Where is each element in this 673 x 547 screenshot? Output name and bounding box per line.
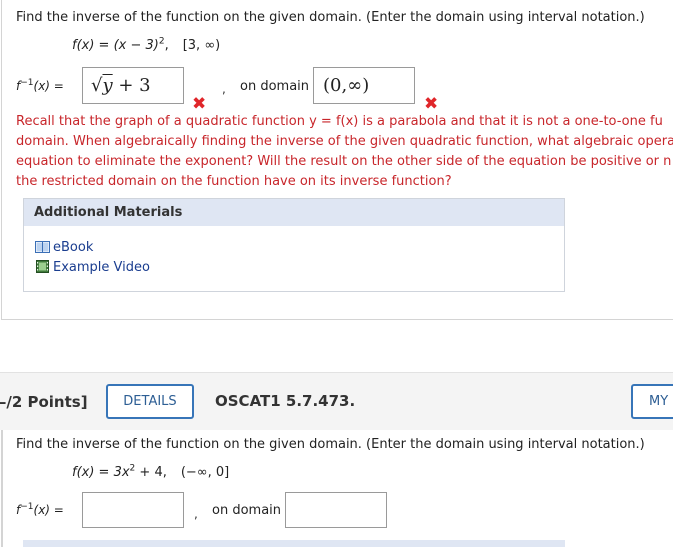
function-expression: f(x) = (x − 3) [72,38,159,53]
additional-materials-panel: Additional Materials eBook Example Video [23,198,565,292]
function-domain: (−∞, 0] [180,465,230,480]
hint-line-4: the restricted domain on the function ha… [16,174,452,189]
on-domain-label: on domain [240,79,310,94]
domain-answer-value: (0,∞) [323,75,370,96]
question-1-prompt: Find the inverse of the function on the … [16,10,645,25]
example-video-link[interactable]: Example Video [35,260,150,275]
sqrt-symbol: √ [91,75,103,96]
inverse-answer-field[interactable] [82,492,184,528]
function-expression: f(x) = 3x [72,465,130,480]
answer-rest: + 3 [112,75,151,96]
ebook-link[interactable]: eBook [35,240,93,255]
function-constant: + 4, [135,465,167,480]
question-id: OSCAT1 5.7.473. [215,392,356,410]
separator-comma: , [222,82,226,96]
inverse-answer-field[interactable]: √y + 3 [82,67,184,104]
question-2-prompt: Find the inverse of the function on the … [16,437,645,452]
question-2-header: [–/2 Points] DETAILS OSCAT1 5.7.473. MY [0,372,673,430]
separator-comma: , [194,507,198,521]
hint-line-1: Recall that the graph of a quadratic fun… [16,114,663,129]
ebook-label: eBook [53,240,94,255]
hint-line-2: domain. When algebraically finding the i… [16,134,673,149]
example-video-label: Example Video [53,260,150,275]
incorrect-icon: ✖ [192,94,207,114]
additional-materials-header [23,540,565,547]
question-1-function: f(x) = (x − 3)2, [3, ∞) [72,36,221,53]
book-icon [35,241,50,253]
film-icon [36,260,49,273]
details-button[interactable]: DETAILS [106,384,194,419]
function-domain: [3, ∞) [182,38,221,53]
domain-answer-field[interactable]: (0,∞) [313,67,415,104]
domain-answer-field[interactable] [285,492,387,528]
sqrt-radicand: y [102,75,113,96]
hint-line-3: equation to eliminate the exponent? Will… [16,154,672,169]
points-label: [–/2 Points] [0,393,88,411]
additional-materials-title: Additional Materials [34,205,183,220]
incorrect-icon: ✖ [424,94,439,114]
inverse-label: f−1(x) = [16,78,64,94]
my-notes-button[interactable]: MY [631,384,673,419]
inverse-label: f−1(x) = [16,502,64,518]
additional-materials-header: Additional Materials [24,199,564,226]
on-domain-label: on domain [212,503,282,518]
function-exponent: 2 [158,36,165,47]
question-2-function: f(x) = 3x2 + 4, (−∞, 0] [72,464,230,480]
question-2-panel-border [1,430,3,547]
